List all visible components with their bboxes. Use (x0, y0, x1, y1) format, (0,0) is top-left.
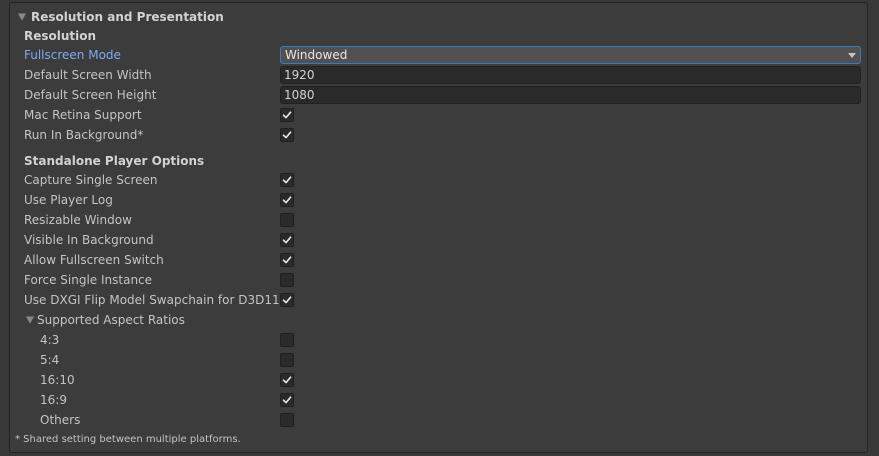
resizable-window-label: Resizable Window (24, 213, 132, 227)
use-player-log-checkbox[interactable] (280, 193, 294, 207)
aspect-16-9-label: 16:9 (40, 393, 67, 407)
dxgi-flip-model-checkbox[interactable] (280, 293, 294, 307)
aspect-16-10-checkbox[interactable] (280, 373, 294, 387)
list-item: 16:9 (10, 390, 867, 410)
list-item: 4:3 (10, 330, 867, 350)
run-in-background-checkbox[interactable] (280, 128, 294, 142)
capture-single-screen-label: Capture Single Screen (24, 173, 158, 187)
list-item: Use DXGI Flip Model Swapchain for D3D11 (10, 290, 867, 310)
mac-retina-row: Mac Retina Support (10, 105, 867, 125)
shared-setting-note: * Shared setting between multiple platfo… (15, 434, 241, 445)
dxgi-flip-model-label: Use DXGI Flip Model Swapchain for D3D11 (24, 293, 280, 307)
run-in-background-label: Run In Background* (24, 128, 144, 142)
fullscreen-mode-label: Fullscreen Mode (24, 48, 121, 62)
resolution-header-row: Resolution (10, 26, 867, 46)
resolution-presentation-panel: Resolution and Presentation Resolution F… (9, 2, 868, 453)
list-item: Use Player Log (10, 190, 867, 210)
checkmark-icon (282, 176, 292, 184)
list-item: Visible In Background (10, 230, 867, 250)
checkmark-icon (282, 196, 292, 204)
allow-fullscreen-switch-label: Allow Fullscreen Switch (24, 253, 164, 267)
fullscreen-mode-value: Windowed (285, 48, 348, 62)
list-item: Allow Fullscreen Switch (10, 250, 867, 270)
resolution-header: Resolution (24, 29, 97, 43)
list-item: Force Single Instance (10, 270, 867, 290)
resizable-window-checkbox[interactable] (280, 213, 294, 227)
foldout-arrow-icon[interactable] (26, 316, 34, 324)
checkmark-icon (282, 256, 292, 264)
checkmark-icon (282, 236, 292, 244)
visible-in-background-label: Visible In Background (24, 233, 154, 247)
default-height-input[interactable]: 1080 (280, 86, 861, 104)
default-width-label: Default Screen Width (24, 68, 152, 82)
list-item: Others (10, 410, 867, 430)
checkmark-icon (282, 296, 292, 304)
force-single-instance-checkbox[interactable] (280, 273, 294, 287)
section-title: Resolution and Presentation (31, 10, 224, 24)
checkmark-icon (282, 396, 292, 404)
use-player-log-label: Use Player Log (24, 193, 113, 207)
aspect-ratios-foldout[interactable]: Supported Aspect Ratios (10, 310, 867, 330)
list-item: Resizable Window (10, 210, 867, 230)
checkmark-icon (282, 376, 292, 384)
default-height-label: Default Screen Height (24, 88, 157, 102)
list-item: 5:4 (10, 350, 867, 370)
visible-in-background-checkbox[interactable] (280, 233, 294, 247)
fullscreen-mode-dropdown[interactable]: Windowed (280, 46, 861, 64)
aspect-4-3-checkbox[interactable] (280, 333, 294, 347)
default-height-value: 1080 (284, 88, 315, 102)
default-height-row: Default Screen Height 1080 (10, 85, 867, 105)
capture-single-screen-checkbox[interactable] (280, 173, 294, 187)
aspect-others-checkbox[interactable] (280, 413, 294, 427)
standalone-header-row: Standalone Player Options (10, 151, 867, 171)
list-item: Capture Single Screen (10, 170, 867, 190)
foldout-arrow-icon[interactable] (18, 13, 26, 21)
aspect-4-3-label: 4:3 (40, 333, 60, 347)
aspect-5-4-label: 5:4 (40, 353, 60, 367)
mac-retina-label: Mac Retina Support (24, 108, 142, 122)
aspect-ratios-title: Supported Aspect Ratios (37, 313, 185, 327)
dropdown-caret-icon (848, 53, 856, 58)
mac-retina-checkbox[interactable] (280, 108, 294, 122)
checkmark-icon (282, 111, 292, 119)
aspect-5-4-checkbox[interactable] (280, 353, 294, 367)
default-width-input[interactable]: 1920 (280, 66, 861, 84)
allow-fullscreen-switch-checkbox[interactable] (280, 253, 294, 267)
aspect-16-9-checkbox[interactable] (280, 393, 294, 407)
aspect-16-10-label: 16:10 (40, 373, 75, 387)
default-width-row: Default Screen Width 1920 (10, 65, 867, 85)
default-width-value: 1920 (284, 68, 315, 82)
aspect-others-label: Others (40, 413, 81, 427)
checkmark-icon (282, 131, 292, 139)
run-in-background-row: Run In Background* (10, 125, 867, 145)
standalone-header: Standalone Player Options (24, 154, 205, 168)
force-single-instance-label: Force Single Instance (24, 273, 153, 287)
section-foldout[interactable]: Resolution and Presentation (10, 7, 867, 27)
fullscreen-mode-row: Fullscreen Mode Windowed (10, 45, 867, 65)
list-item: 16:10 (10, 370, 867, 390)
